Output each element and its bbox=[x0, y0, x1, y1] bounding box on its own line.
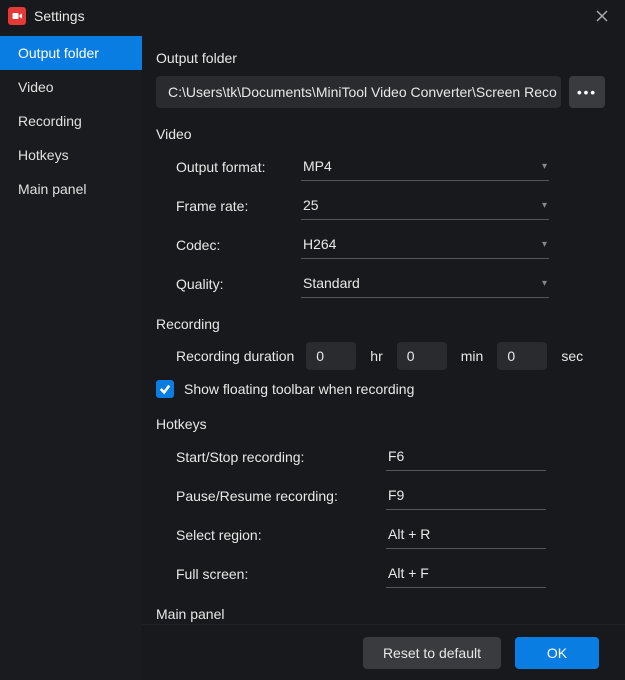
hotkey-full-screen-field[interactable]: Alt + F bbox=[386, 559, 546, 588]
duration-hr-input[interactable] bbox=[306, 342, 356, 370]
sidebar-item-main-panel[interactable]: Main panel bbox=[0, 172, 142, 206]
footer: Reset to default OK bbox=[142, 624, 625, 680]
hr-unit: hr bbox=[370, 348, 382, 364]
quality-select[interactable]: Standard ▾ bbox=[301, 269, 549, 298]
ok-button[interactable]: OK bbox=[515, 637, 599, 669]
output-folder-path[interactable]: C:\Users\tk\Documents\MiniTool Video Con… bbox=[156, 76, 561, 108]
frame-rate-label: Frame rate: bbox=[176, 198, 301, 214]
duration-min-input[interactable] bbox=[397, 342, 447, 370]
output-format-label: Output format: bbox=[176, 159, 301, 175]
hotkey-select-region-field[interactable]: Alt + R bbox=[386, 520, 546, 549]
codec-select[interactable]: H264 ▾ bbox=[301, 230, 549, 259]
close-icon bbox=[596, 10, 608, 22]
app-icon bbox=[8, 7, 26, 25]
sec-unit: sec bbox=[561, 348, 583, 364]
section-hotkeys-heading: Hotkeys bbox=[156, 416, 605, 432]
body: Output folder Video Recording Hotkeys Ma… bbox=[0, 32, 625, 680]
hotkey-pause-resume-field[interactable]: F9 bbox=[386, 481, 546, 510]
section-video-heading: Video bbox=[156, 126, 605, 142]
settings-window: Settings Output folder Video Recording H… bbox=[0, 0, 625, 680]
hotkey-full-screen-label: Full screen: bbox=[176, 566, 386, 582]
show-toolbar-label: Show floating toolbar when recording bbox=[184, 381, 414, 397]
duration-sec-input[interactable] bbox=[497, 342, 547, 370]
browse-button[interactable]: ••• bbox=[569, 76, 605, 108]
ellipsis-icon: ••• bbox=[577, 85, 597, 100]
hotkey-start-stop-field[interactable]: F6 bbox=[386, 442, 546, 471]
output-format-select[interactable]: MP4 ▾ bbox=[301, 152, 549, 181]
min-unit: min bbox=[461, 348, 484, 364]
chevron-down-icon: ▾ bbox=[542, 239, 547, 250]
recording-duration-label: Recording duration bbox=[176, 348, 294, 364]
section-output-folder-heading: Output folder bbox=[156, 50, 605, 66]
titlebar: Settings bbox=[0, 0, 625, 32]
show-toolbar-checkbox[interactable] bbox=[156, 380, 174, 398]
chevron-down-icon: ▾ bbox=[542, 278, 547, 289]
sidebar-item-recording[interactable]: Recording bbox=[0, 104, 142, 138]
quality-label: Quality: bbox=[176, 276, 301, 292]
sidebar-item-video[interactable]: Video bbox=[0, 70, 142, 104]
frame-rate-select[interactable]: 25 ▾ bbox=[301, 191, 549, 220]
sidebar: Output folder Video Recording Hotkeys Ma… bbox=[0, 32, 142, 680]
window-title: Settings bbox=[34, 8, 587, 24]
hotkey-start-stop-label: Start/Stop recording: bbox=[176, 449, 386, 465]
chevron-down-icon: ▾ bbox=[542, 161, 547, 172]
hotkey-pause-resume-label: Pause/Resume recording: bbox=[176, 488, 386, 504]
codec-label: Codec: bbox=[176, 237, 301, 253]
sidebar-item-hotkeys[interactable]: Hotkeys bbox=[0, 138, 142, 172]
sidebar-item-output-folder[interactable]: Output folder bbox=[0, 36, 142, 70]
section-main-panel-heading: Main panel bbox=[156, 606, 605, 622]
content-wrap: Output folder C:\Users\tk\Documents\Mini… bbox=[142, 32, 625, 680]
chevron-down-icon: ▾ bbox=[542, 200, 547, 211]
reset-to-default-button[interactable]: Reset to default bbox=[363, 637, 501, 669]
hotkey-select-region-label: Select region: bbox=[176, 527, 386, 543]
content: Output folder C:\Users\tk\Documents\Mini… bbox=[142, 32, 625, 624]
output-folder-row: C:\Users\tk\Documents\MiniTool Video Con… bbox=[156, 76, 605, 108]
close-button[interactable] bbox=[587, 1, 617, 31]
section-recording-heading: Recording bbox=[156, 316, 605, 332]
check-icon bbox=[159, 383, 171, 395]
